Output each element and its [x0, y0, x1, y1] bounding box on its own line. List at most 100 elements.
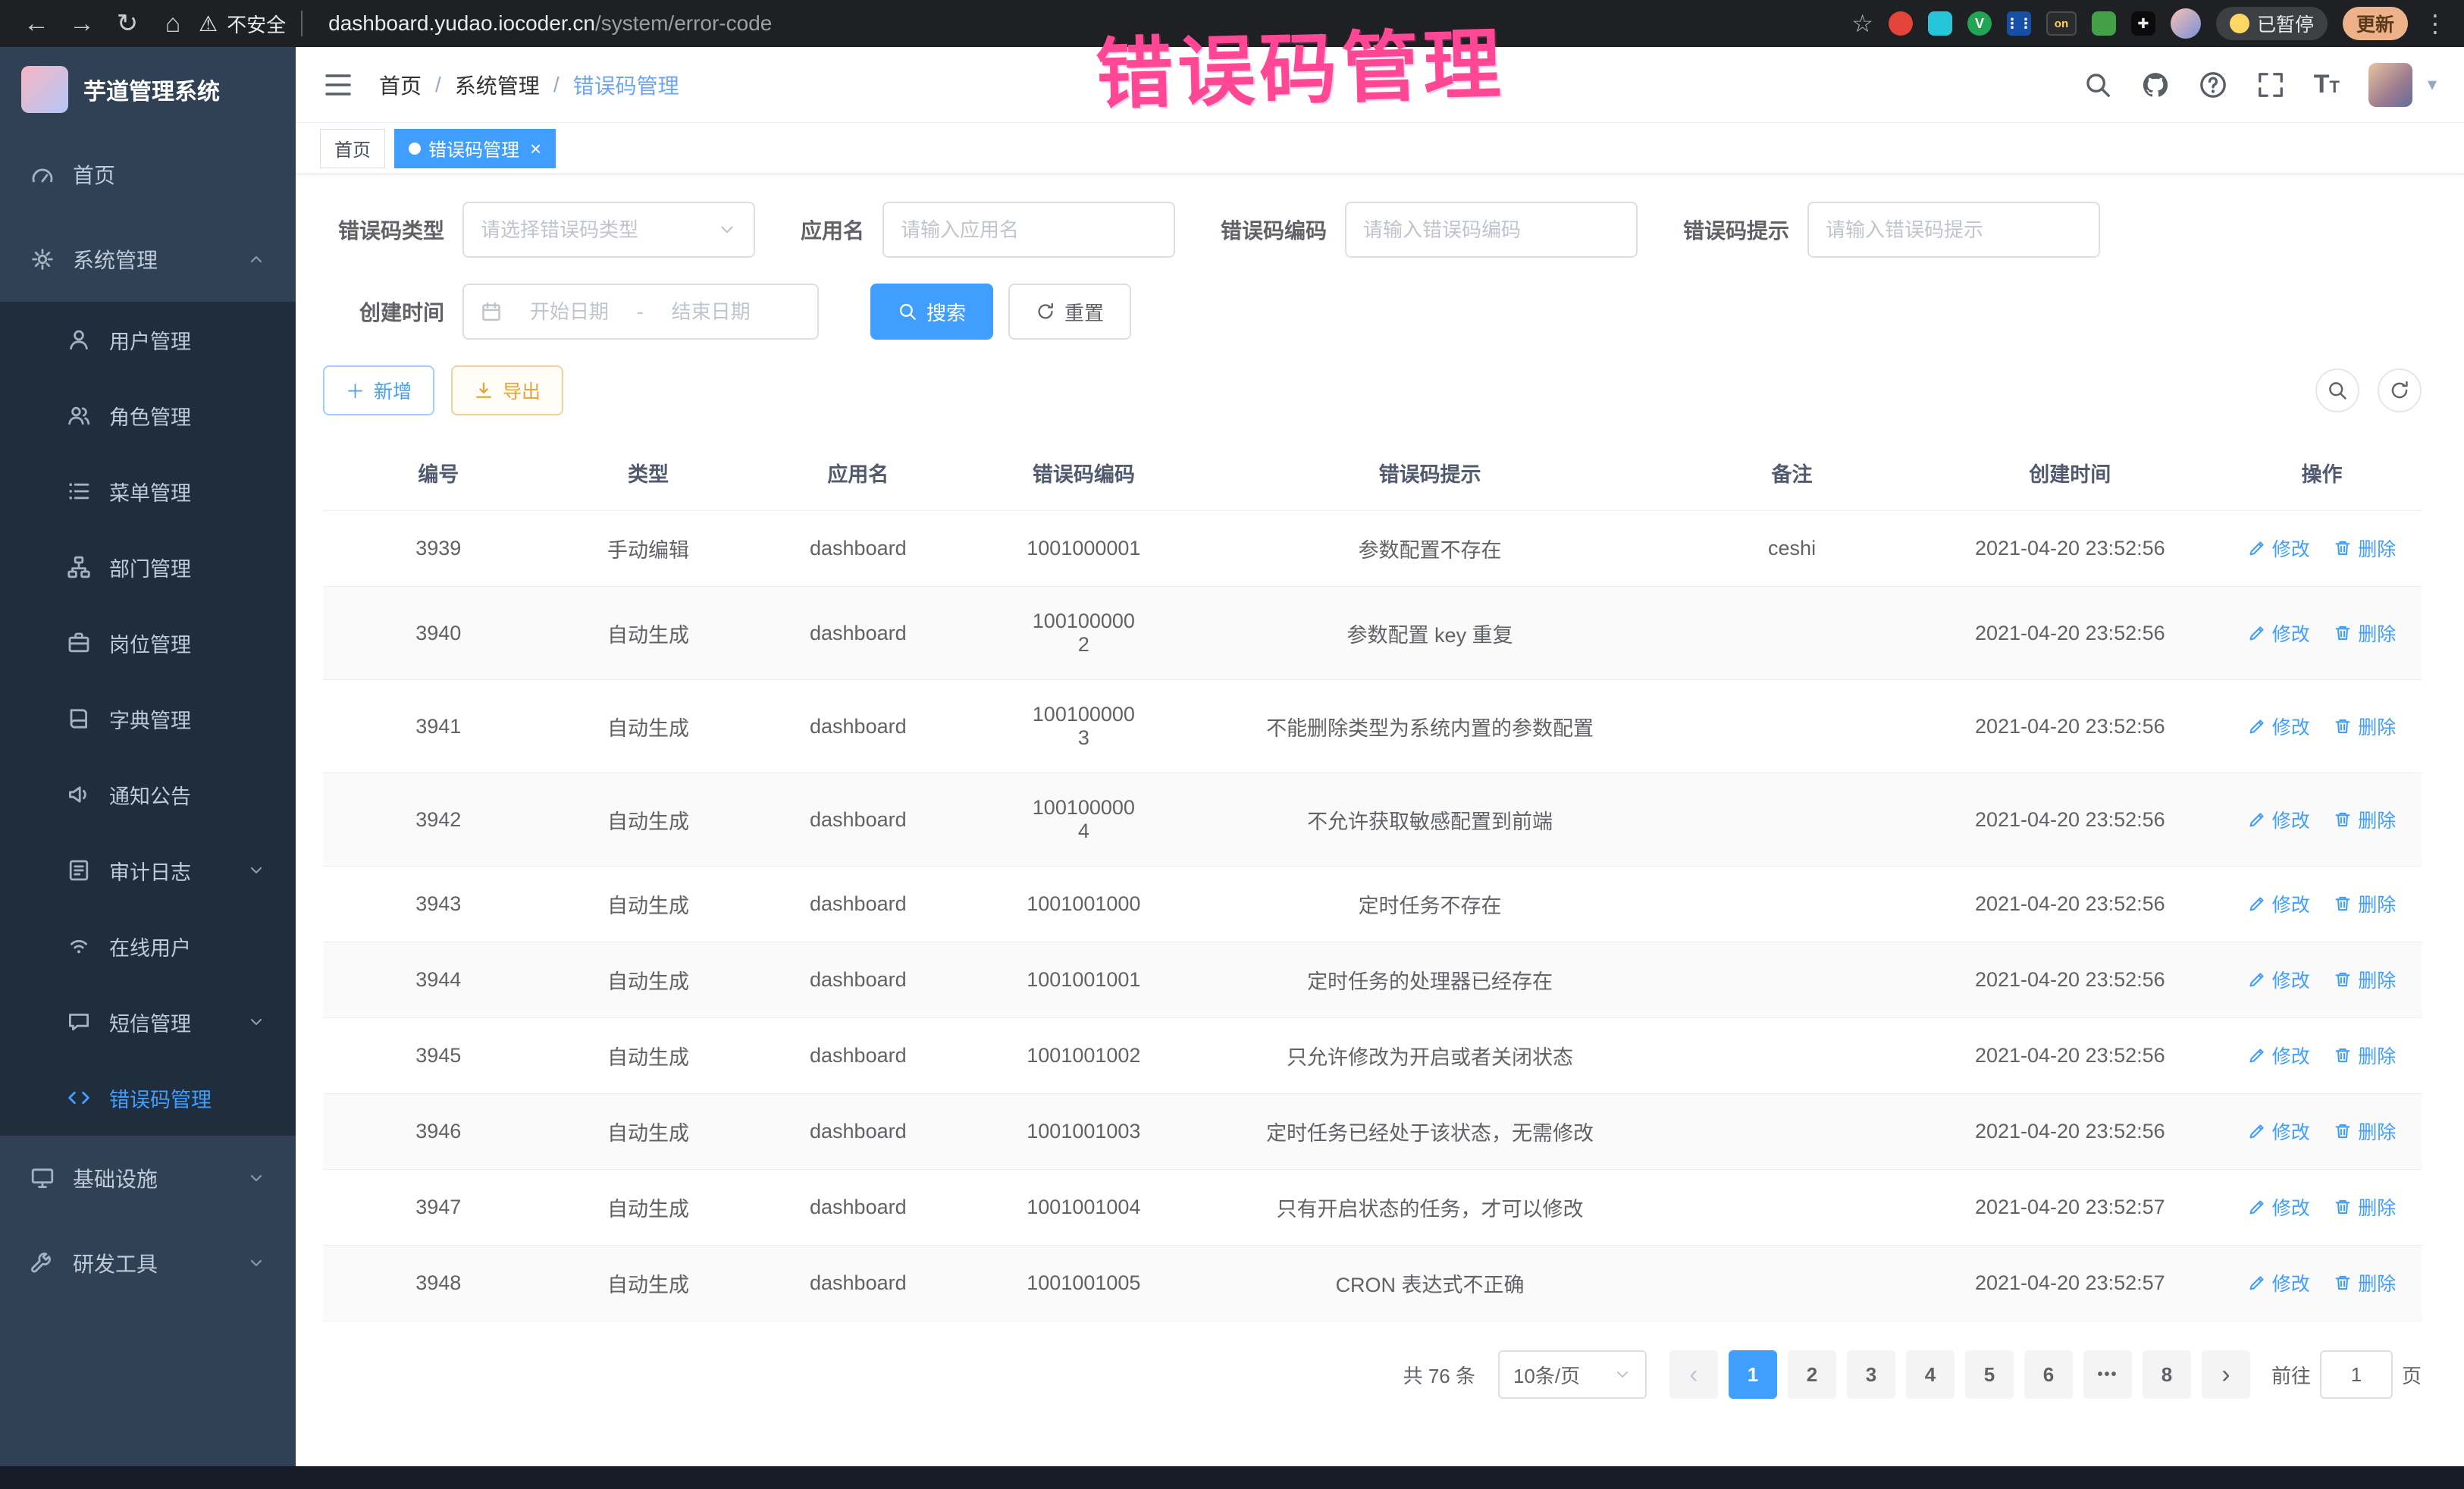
- sidebar-item-positions[interactable]: 岗位管理: [0, 605, 296, 681]
- extension-icon-grid[interactable]: ⋮⋮: [2007, 11, 2031, 36]
- sidebar-item-menus[interactable]: 菜单管理: [0, 453, 296, 529]
- sidebar-item-audit-logs[interactable]: 审计日志: [0, 832, 296, 908]
- page-button[interactable]: 3: [1847, 1350, 1895, 1399]
- page-button[interactable]: 8: [2143, 1350, 2191, 1399]
- url-bar[interactable]: dashboard.yudao.iocoder.cn/system/error-…: [328, 11, 772, 36]
- tab-home[interactable]: 首页: [320, 129, 385, 168]
- error-type-select[interactable]: [462, 202, 755, 258]
- delete-link[interactable]: 删除: [2334, 890, 2396, 917]
- next-page-button[interactable]: ›: [2202, 1350, 2250, 1399]
- edit-link[interactable]: 修改: [2248, 619, 2310, 647]
- delete-link[interactable]: 删除: [2334, 1042, 2396, 1069]
- delete-link[interactable]: 删除: [2334, 534, 2396, 562]
- delete-link[interactable]: 删除: [2334, 966, 2396, 993]
- sidebar-item-departments[interactable]: 部门管理: [0, 529, 296, 605]
- edit-link[interactable]: 修改: [2248, 1269, 2310, 1296]
- sidebar-item-dev-tools[interactable]: 研发工具: [0, 1221, 296, 1306]
- refresh-table-button[interactable]: [2378, 368, 2422, 412]
- add-button[interactable]: ＋ 新增: [323, 365, 434, 415]
- delete-link[interactable]: 删除: [2334, 1193, 2396, 1221]
- fullscreen-icon[interactable]: [2256, 71, 2285, 99]
- pagination: 共 76 条 10条/页 ‹ 1 2 3 4 5 6 ••• 8 ›: [323, 1350, 2422, 1399]
- search-icon[interactable]: [2083, 71, 2112, 99]
- cell-code: 100100000 4: [973, 773, 1194, 867]
- edit-link[interactable]: 修改: [2248, 1118, 2310, 1145]
- toggle-search-button[interactable]: [2315, 368, 2359, 412]
- reload-icon[interactable]: ↻: [108, 4, 147, 43]
- sidebar-item-roles[interactable]: 角色管理: [0, 378, 296, 453]
- edit-link[interactable]: 修改: [2248, 890, 2310, 917]
- back-icon[interactable]: ←: [17, 4, 56, 43]
- extensions-pin-icon[interactable]: ✚: [2131, 11, 2155, 36]
- page-button[interactable]: 6: [2024, 1350, 2073, 1399]
- edit-link[interactable]: 修改: [2248, 713, 2310, 740]
- sidebar-item-dictionary[interactable]: 字典管理: [0, 681, 296, 757]
- sidebar-item-home[interactable]: 首页: [0, 132, 296, 217]
- edit-link[interactable]: 修改: [2248, 1193, 2310, 1221]
- delete-link[interactable]: 删除: [2334, 806, 2396, 833]
- end-date-input[interactable]: [654, 300, 768, 324]
- start-date-input[interactable]: [513, 300, 626, 324]
- edit-link[interactable]: 修改: [2248, 1042, 2310, 1069]
- hamburger-icon[interactable]: [323, 70, 353, 100]
- sidebar-item-infrastructure[interactable]: 基础设施: [0, 1136, 296, 1221]
- page-button[interactable]: 1: [1729, 1350, 1777, 1399]
- avatar-caret-icon[interactable]: ▾: [2428, 74, 2437, 96]
- app-logo[interactable]: 芋道管理系统: [0, 47, 296, 132]
- date-range-picker[interactable]: -: [462, 284, 819, 340]
- sidebar-item-users[interactable]: 用户管理: [0, 302, 296, 378]
- error-msg-field[interactable]: [1807, 202, 2100, 258]
- sidebar-item-sms[interactable]: 短信管理: [0, 984, 296, 1060]
- sidebar-item-error-codes[interactable]: 错误码管理: [0, 1060, 296, 1136]
- delete-link[interactable]: 删除: [2334, 1269, 2396, 1296]
- extension-icon-teal[interactable]: [1928, 11, 1952, 36]
- extension-icon-paw[interactable]: [2092, 11, 2116, 36]
- chevron-down-icon: [247, 861, 265, 879]
- github-icon[interactable]: [2141, 71, 2170, 99]
- delete-link[interactable]: 删除: [2334, 713, 2396, 740]
- home-icon[interactable]: ⌂: [153, 4, 193, 43]
- browser-profile-avatar[interactable]: [2171, 8, 2201, 39]
- filter-app-label: 应用名: [801, 215, 864, 245]
- search-button[interactable]: 搜索: [870, 284, 993, 340]
- more-pages-button[interactable]: •••: [2083, 1350, 2132, 1399]
- close-icon[interactable]: ×: [530, 139, 541, 158]
- reset-button[interactable]: 重置: [1008, 284, 1131, 340]
- user-avatar[interactable]: [2368, 63, 2412, 107]
- error-msg-input[interactable]: [1826, 218, 2082, 242]
- forward-icon[interactable]: →: [62, 4, 102, 43]
- extension-icon-red[interactable]: [1889, 11, 1913, 36]
- goto-page-input[interactable]: [2320, 1350, 2393, 1399]
- error-type-input[interactable]: [481, 218, 707, 242]
- page-button[interactable]: 4: [1906, 1350, 1955, 1399]
- delete-link[interactable]: 删除: [2334, 619, 2396, 647]
- help-icon[interactable]: [2199, 71, 2227, 99]
- edit-link[interactable]: 修改: [2248, 806, 2310, 833]
- app-name-field[interactable]: [882, 202, 1175, 258]
- paused-badge[interactable]: 已暂停: [2216, 7, 2328, 40]
- tab-error-codes[interactable]: 错误码管理 ×: [394, 129, 556, 168]
- sidebar-item-announcements[interactable]: 通知公告: [0, 757, 296, 832]
- bookmark-star-icon[interactable]: ☆: [1851, 9, 1873, 38]
- sidebar-item-system[interactable]: 系统管理: [0, 217, 296, 302]
- error-code-input[interactable]: [1363, 218, 1619, 242]
- error-code-field[interactable]: [1345, 202, 1638, 258]
- edit-link[interactable]: 修改: [2248, 966, 2310, 993]
- page-size-select[interactable]: 10条/页: [1498, 1350, 1647, 1399]
- app-name-input[interactable]: [901, 218, 1157, 242]
- update-button[interactable]: 更新: [2343, 7, 2408, 40]
- extension-icon-on-badge[interactable]: on: [2046, 11, 2077, 36]
- browser-menu-icon[interactable]: ⋮: [2423, 9, 2447, 38]
- security-indicator[interactable]: ⚠ 不安全: [199, 10, 286, 38]
- font-size-icon[interactable]: TT: [2314, 70, 2340, 99]
- breadcrumb-home[interactable]: 首页: [379, 70, 422, 100]
- edit-link[interactable]: 修改: [2248, 534, 2310, 562]
- breadcrumb-system[interactable]: 系统管理: [455, 70, 540, 100]
- extension-icon-v[interactable]: V: [1967, 11, 1992, 36]
- page-button[interactable]: 5: [1965, 1350, 2014, 1399]
- sidebar-item-online-users[interactable]: 在线用户: [0, 908, 296, 984]
- delete-link[interactable]: 删除: [2334, 1118, 2396, 1145]
- prev-page-button[interactable]: ‹: [1669, 1350, 1718, 1399]
- page-button[interactable]: 2: [1788, 1350, 1836, 1399]
- export-button[interactable]: 导出: [451, 365, 563, 415]
